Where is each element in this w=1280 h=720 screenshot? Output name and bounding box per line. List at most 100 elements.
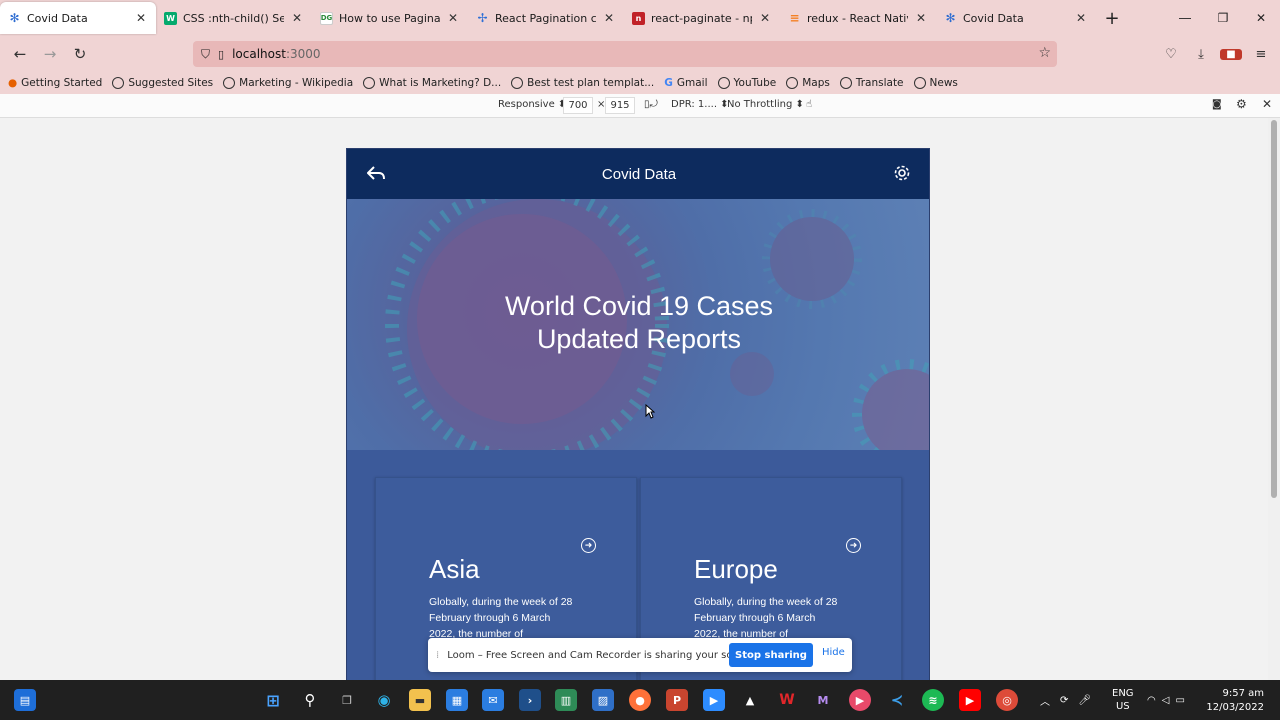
responsive-toolbar: Responsive ⬍ 700 × 915 ▯⤾ DPR: 1.... ⬍ N…	[0, 94, 1280, 118]
store-icon[interactable]: ▦	[446, 689, 468, 711]
globe-icon	[223, 77, 236, 89]
pocket-icon[interactable]: ♡	[1160, 47, 1182, 62]
youtube-icon[interactable]: ▶	[959, 689, 981, 711]
viewport-width-input[interactable]: 700	[563, 97, 593, 114]
start-icon[interactable]: ⊞	[262, 689, 284, 711]
calculator-icon[interactable]: ▥	[555, 689, 577, 711]
arrow-right-circle-icon[interactable]: ➜	[581, 538, 596, 553]
region-description: Globally, during the week of 28 February…	[694, 596, 838, 640]
touch-icon[interactable]: ☝	[806, 99, 812, 110]
spotify-icon[interactable]: ≋	[922, 689, 944, 711]
rotate-icon[interactable]: ▯⤾	[644, 99, 658, 110]
arrow-right-circle-icon[interactable]: ➜	[846, 538, 861, 553]
viewport-height-input[interactable]: 915	[605, 97, 635, 114]
powershell-icon[interactable]: ›	[519, 689, 541, 711]
bookmark-item[interactable]: YouTube	[717, 77, 776, 89]
close-tab-icon[interactable]: ✕	[914, 11, 928, 25]
mail-icon[interactable]: ✉	[482, 689, 504, 711]
inkscape-icon[interactable]: ▲	[739, 689, 761, 711]
tab-redux-react-native[interactable]: ≡ redux - React Native: co ✕	[780, 0, 936, 36]
status-icons[interactable]: ◠ ◁ ▭	[1147, 680, 1185, 720]
device-selector[interactable]: Responsive ⬍	[498, 99, 566, 110]
globe-icon	[363, 77, 376, 89]
media-player-icon[interactable]: ▶	[849, 689, 871, 711]
clock-time: 9:57 am	[1222, 688, 1264, 699]
widgets-icon[interactable]: ▤	[14, 689, 36, 711]
tab-covid-data-2[interactable]: ✻ Covid Data ✕	[936, 0, 1096, 36]
system-tray: ︿ ⟳ 🎤︎	[1040, 680, 1091, 720]
tab-covid-data[interactable]: ✻ Covid Data ✕	[0, 2, 156, 34]
bookmark-item[interactable]: News	[913, 77, 958, 89]
page-icon: ▯	[218, 47, 225, 61]
back-arrow-icon[interactable]	[367, 165, 385, 184]
screenshot-icon[interactable]: ◙	[1212, 99, 1222, 110]
throttling-selector[interactable]: No Throttling ⬍	[727, 99, 804, 110]
bookmark-item[interactable]: Best test plan templat...	[511, 77, 654, 89]
tab-react-pagination[interactable]: ✢ React Pagination compo ✕	[468, 0, 624, 36]
edge-icon[interactable]: ◉	[373, 689, 395, 711]
drag-handle-icon[interactable]: ⁞	[436, 650, 439, 661]
close-rdm-icon[interactable]: ✕	[1262, 97, 1272, 111]
close-tab-icon[interactable]: ✕	[134, 11, 148, 25]
bookmark-item[interactable]: What is Marketing? D...	[363, 77, 501, 89]
settings-gear-icon[interactable]	[893, 164, 911, 185]
windows-taskbar: ▤ ⊞ ⚲ ❐ ◉ ▬ ▦ ✉ › ▥ ▨ ● P ▶ ▲ W M ▶ ≺ ≋ …	[0, 680, 1280, 720]
bookmark-star-icon[interactable]: ☆	[1038, 45, 1051, 61]
tab-pagination-howto[interactable]: DG How to use Pagination C ✕	[312, 0, 468, 36]
sync-icon[interactable]: ⟳	[1060, 695, 1068, 706]
bookmark-item[interactable]: Suggested Sites	[112, 77, 213, 89]
zoom-icon[interactable]: ▶	[703, 689, 725, 711]
shield-icon[interactable]: ⛉	[201, 47, 210, 62]
firefox-taskbar-icon[interactable]: ●	[629, 689, 651, 711]
vscode-icon[interactable]: ≺	[886, 689, 908, 711]
hero-title-line1: World Covid 19 Cases	[504, 291, 774, 321]
chevron-up-icon[interactable]: ︿	[1040, 693, 1050, 708]
close-tab-icon[interactable]: ✕	[602, 11, 616, 25]
settings-icon[interactable]: ⚙	[1236, 97, 1247, 111]
bookmark-item[interactable]: Translate	[839, 77, 904, 89]
language-indicator[interactable]: ENG US	[1112, 680, 1134, 720]
powerpoint-icon[interactable]: P	[666, 689, 688, 711]
microphone-icon[interactable]: 🎤︎	[1078, 695, 1091, 706]
file-explorer-icon[interactable]: ▬	[409, 689, 431, 711]
bookmark-label: Gmail	[676, 77, 708, 89]
url-text[interactable]: localhost:3000	[232, 47, 320, 61]
dpr-selector[interactable]: DPR: 1.... ⬍	[671, 99, 729, 110]
tab-title: redux - React Native: co	[807, 11, 908, 25]
stop-sharing-button[interactable]: Stop sharing	[729, 643, 813, 667]
bookmark-label: Marketing - Wikipedia	[239, 77, 354, 89]
bookmark-item[interactable]: ● Getting Started	[8, 77, 102, 89]
download-icon[interactable]: ⤓	[1190, 47, 1212, 62]
tab-css-nth-child[interactable]: W CSS :nth-child() Selector ✕	[156, 0, 312, 36]
close-tab-icon[interactable]: ✕	[290, 11, 304, 25]
hide-button[interactable]: Hide	[822, 647, 845, 658]
bookmark-item[interactable]: Marketing - Wikipedia	[223, 77, 353, 89]
close-tab-icon[interactable]: ✕	[446, 11, 460, 25]
search-icon[interactable]: ⚲	[299, 689, 321, 711]
restore-icon[interactable]: ❐	[1204, 0, 1242, 36]
bookmark-item[interactable]: G Gmail	[664, 77, 707, 89]
tab-react-paginate-npm[interactable]: n react-paginate - npm ✕	[624, 0, 780, 36]
minimize-icon[interactable]: ―	[1166, 0, 1204, 36]
address-bar[interactable]: ⛉ ▯ localhost:3000 ☆	[193, 41, 1057, 67]
close-window-icon[interactable]: ✕	[1242, 0, 1280, 36]
clock[interactable]: 9:57 am 12/03/2022	[1206, 687, 1264, 715]
task-view-icon[interactable]: ❐	[336, 689, 358, 711]
clock-date: 12/03/2022	[1206, 702, 1264, 713]
chrome-icon[interactable]: ◎	[996, 689, 1018, 711]
menu-icon[interactable]: ≡	[1250, 47, 1272, 62]
extension-icon[interactable]: ■	[1220, 48, 1242, 60]
bookmark-item[interactable]: Maps	[786, 77, 830, 89]
photos-icon[interactable]: ▨	[592, 689, 614, 711]
scrollbar-thumb[interactable]	[1271, 120, 1277, 498]
app-m-icon[interactable]: M	[812, 689, 834, 711]
close-tab-icon[interactable]: ✕	[1074, 11, 1088, 25]
wps-icon[interactable]: W	[776, 689, 798, 711]
page-scrollbar[interactable]	[1268, 118, 1280, 680]
stack-icon: ≡	[789, 11, 800, 25]
back-icon[interactable]: ←	[5, 39, 35, 69]
close-tab-icon[interactable]: ✕	[758, 11, 772, 25]
forward-icon[interactable]: →	[35, 39, 65, 69]
new-tab-button[interactable]: +	[1096, 0, 1128, 36]
reload-icon[interactable]: ↻	[65, 39, 95, 69]
